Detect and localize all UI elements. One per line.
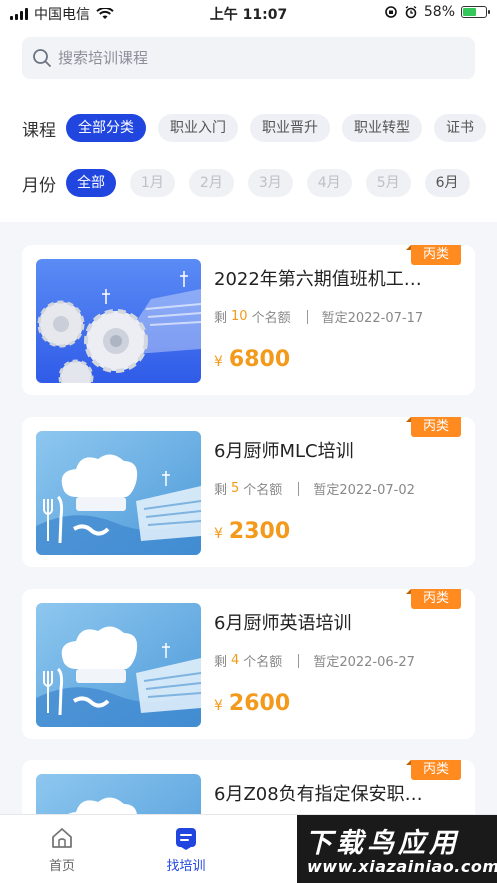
course-chip-all[interactable]: 全部分类 (66, 114, 146, 142)
month-chip-6[interactable]: 6月 (424, 169, 470, 197)
month-chip-all[interactable]: 全部 (66, 169, 116, 197)
course-card[interactable]: 丙类 2022年第六期值班机工… 剩 10 个名额 暂定2022-07-17 ¥… (22, 245, 475, 395)
month-chip-2[interactable]: 2月 (188, 169, 234, 197)
tab-find-training-label: 找培训 (166, 859, 206, 874)
price-value: 6800 (228, 347, 291, 372)
training-list-icon (176, 828, 196, 850)
category-badge: 丙类 (405, 245, 461, 265)
remain-count: 4 (231, 653, 240, 668)
currency-symbol: ¥ (214, 354, 223, 370)
status-bar: 中国电信 上午 11:07 58% (0, 0, 497, 26)
course-title: 6月Z08负有指定保安职… (214, 784, 423, 805)
watermark: 下载鸟应用 www.xiazainiao.com (297, 815, 497, 883)
category-badge: 丙类 (405, 589, 461, 609)
search-icon (33, 49, 51, 67)
currency-symbol: ¥ (214, 698, 223, 714)
course-price: ¥ 2600 (214, 691, 290, 716)
course-title: 6月厨师MLC培训 (214, 441, 354, 462)
price-value: 2300 (228, 519, 291, 544)
alarm-icon (405, 5, 417, 19)
course-meta: 剩 10 个名额 暂定2022-07-17 (214, 307, 423, 326)
month-chip-3[interactable]: 3月 (247, 169, 293, 197)
watermark-url: www.xiazainiao.com (307, 857, 497, 876)
course-thumbnail-chef-ship (36, 603, 201, 727)
course-chip-transition[interactable]: 职业转型 (342, 114, 422, 142)
remain-prefix: 剩 (214, 655, 228, 670)
tab-home[interactable]: 首页 (22, 825, 102, 874)
remain-count: 10 (231, 309, 248, 324)
course-meta: 剩 4 个名额 暂定2022-06-27 (214, 651, 415, 670)
course-chip-entry[interactable]: 职业入门 (158, 114, 238, 142)
currency-symbol: ¥ (214, 526, 223, 542)
meta-divider (298, 653, 300, 668)
remain-count: 5 (231, 481, 240, 496)
remain-prefix: 剩 (214, 483, 228, 498)
month-filter-row: 月份 全部 1月 2月 3月 4月 5月 6月 (22, 169, 470, 197)
course-thumbnail-chef-ship (36, 431, 201, 555)
course-title: 6月厨师英语培训 (214, 613, 352, 634)
course-price: ¥ 2300 (214, 519, 290, 544)
remain-prefix: 剩 (214, 311, 228, 326)
course-date: 暂定2022-06-27 (313, 655, 415, 670)
course-thumbnail-gears-ship (36, 259, 201, 383)
tab-home-label: 首页 (48, 859, 75, 874)
meta-divider (298, 481, 300, 496)
price-value: 2600 (228, 691, 291, 716)
watermark-title: 下载鸟应用 (305, 828, 460, 859)
course-date: 暂定2022-07-02 (313, 483, 415, 498)
search-bar[interactable] (22, 37, 475, 79)
course-filter-label: 课程 (22, 120, 56, 141)
home-icon (52, 828, 72, 848)
course-title: 2022年第六期值班机工… (214, 269, 422, 290)
month-chip-4[interactable]: 4月 (306, 169, 352, 197)
course-meta: 剩 5 个名额 暂定2022-07-02 (214, 479, 415, 498)
course-price: ¥ 6800 (214, 347, 290, 372)
course-card[interactable]: 丙类 6月厨师英语培训 剩 4 个名额 暂定2022-06-27 ¥ 2600 (22, 589, 475, 739)
month-chip-5[interactable]: 5月 (365, 169, 411, 197)
course-card[interactable]: 丙类 6月厨师MLC培训 剩 5 个名额 暂定2022-07-02 ¥ 2300 (22, 417, 475, 567)
remain-suffix: 个名额 (243, 483, 283, 498)
tab-find-training[interactable]: 找培训 (146, 825, 226, 874)
remain-suffix: 个名额 (251, 311, 291, 326)
category-badge: 丙类 (405, 417, 461, 437)
course-date: 暂定2022-07-17 (321, 311, 424, 326)
remain-suffix: 个名额 (243, 655, 283, 670)
course-filter-row: 课程 全部分类 职业入门 职业晋升 职业转型 证书 (22, 114, 497, 142)
month-chip-1[interactable]: 1月 (130, 169, 175, 197)
course-chip-promotion[interactable]: 职业晋升 (250, 114, 330, 142)
category-badge: 丙类 (405, 760, 461, 780)
month-filter-label: 月份 (22, 175, 56, 196)
orientation-lock-icon (385, 6, 397, 18)
course-chip-certificate[interactable]: 证书 (434, 114, 486, 142)
meta-divider (306, 309, 308, 324)
battery-icon (461, 6, 490, 18)
search-input[interactable] (58, 49, 458, 67)
battery-percent: 58% (423, 4, 455, 20)
